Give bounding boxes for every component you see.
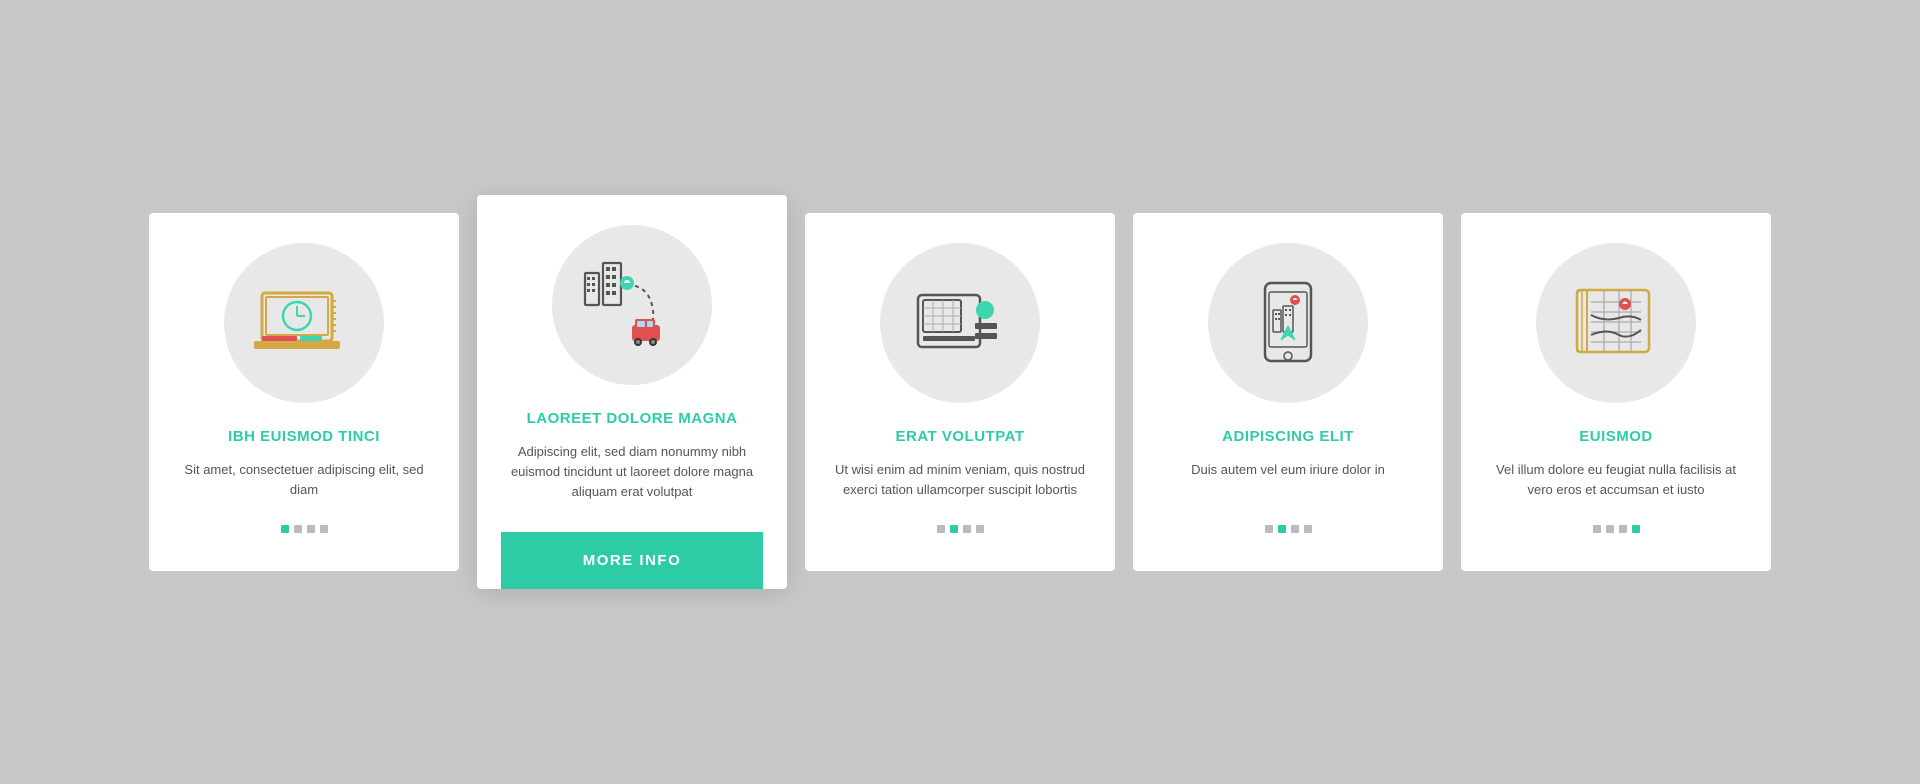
card-5: EUISMOD Vel illum dolore eu feugiat null…	[1461, 213, 1771, 572]
dot	[1291, 525, 1299, 533]
more-info-button[interactable]: MORE INFO	[501, 532, 763, 589]
card-4-body: Duis autem vel eum iriure dolor in	[1191, 460, 1385, 505]
dot	[281, 525, 289, 533]
icon-circle-3	[880, 243, 1040, 403]
car-navigation-icon	[577, 255, 687, 355]
icon-circle-2	[552, 225, 712, 385]
dot	[307, 525, 315, 533]
card-4: ADIPISCING ELIT Duis autem vel eum iriur…	[1133, 213, 1443, 572]
dot	[976, 525, 984, 533]
card-5-body: Vel illum dolore eu feugiat nulla facili…	[1485, 460, 1747, 505]
icon-circle-4	[1208, 243, 1368, 403]
dot	[963, 525, 971, 533]
card-3: ERAT VOLUTPAT Ut wisi enim ad minim veni…	[805, 213, 1115, 572]
dot	[950, 525, 958, 533]
card-5-dots	[1593, 525, 1640, 533]
card-1-body: Sit amet, consectetuer adipiscing elit, …	[173, 460, 435, 505]
card-3-title: ERAT VOLUTPAT	[896, 427, 1025, 447]
dot	[1619, 525, 1627, 533]
dot	[1278, 525, 1286, 533]
phone-map-icon	[1243, 278, 1333, 368]
gps-device-icon	[913, 283, 1008, 363]
dot	[1304, 525, 1312, 533]
dot	[1606, 525, 1614, 533]
card-5-title: EUISMOD	[1579, 427, 1653, 447]
icon-circle-1	[224, 243, 384, 403]
dot	[1265, 525, 1273, 533]
card-2-title: LAOREET DOLORE MAGNA	[527, 409, 738, 429]
card-1-title: IBH EUISMOD TINCI	[228, 427, 380, 447]
cards-container: IBH EUISMOD TINCI Sit amet, consectetuer…	[89, 173, 1831, 612]
card-3-body: Ut wisi enim ad minim veniam, quis nostr…	[829, 460, 1091, 505]
card-1-dots	[281, 525, 328, 533]
card-4-title: ADIPISCING ELIT	[1222, 427, 1354, 447]
dot	[320, 525, 328, 533]
map-book-icon	[1569, 280, 1664, 365]
dot	[1593, 525, 1601, 533]
icon-circle-5	[1536, 243, 1696, 403]
card-1: IBH EUISMOD TINCI Sit amet, consectetuer…	[149, 213, 459, 572]
dot	[1632, 525, 1640, 533]
card-2: LAOREET DOLORE MAGNA Adipiscing elit, se…	[477, 195, 787, 590]
card-2-body: Adipiscing elit, sed diam nonummy nibh e…	[501, 442, 763, 502]
card-3-dots	[937, 525, 984, 533]
laptop-clock-icon	[254, 283, 354, 363]
card-4-dots	[1265, 525, 1312, 533]
dot	[937, 525, 945, 533]
dot	[294, 525, 302, 533]
